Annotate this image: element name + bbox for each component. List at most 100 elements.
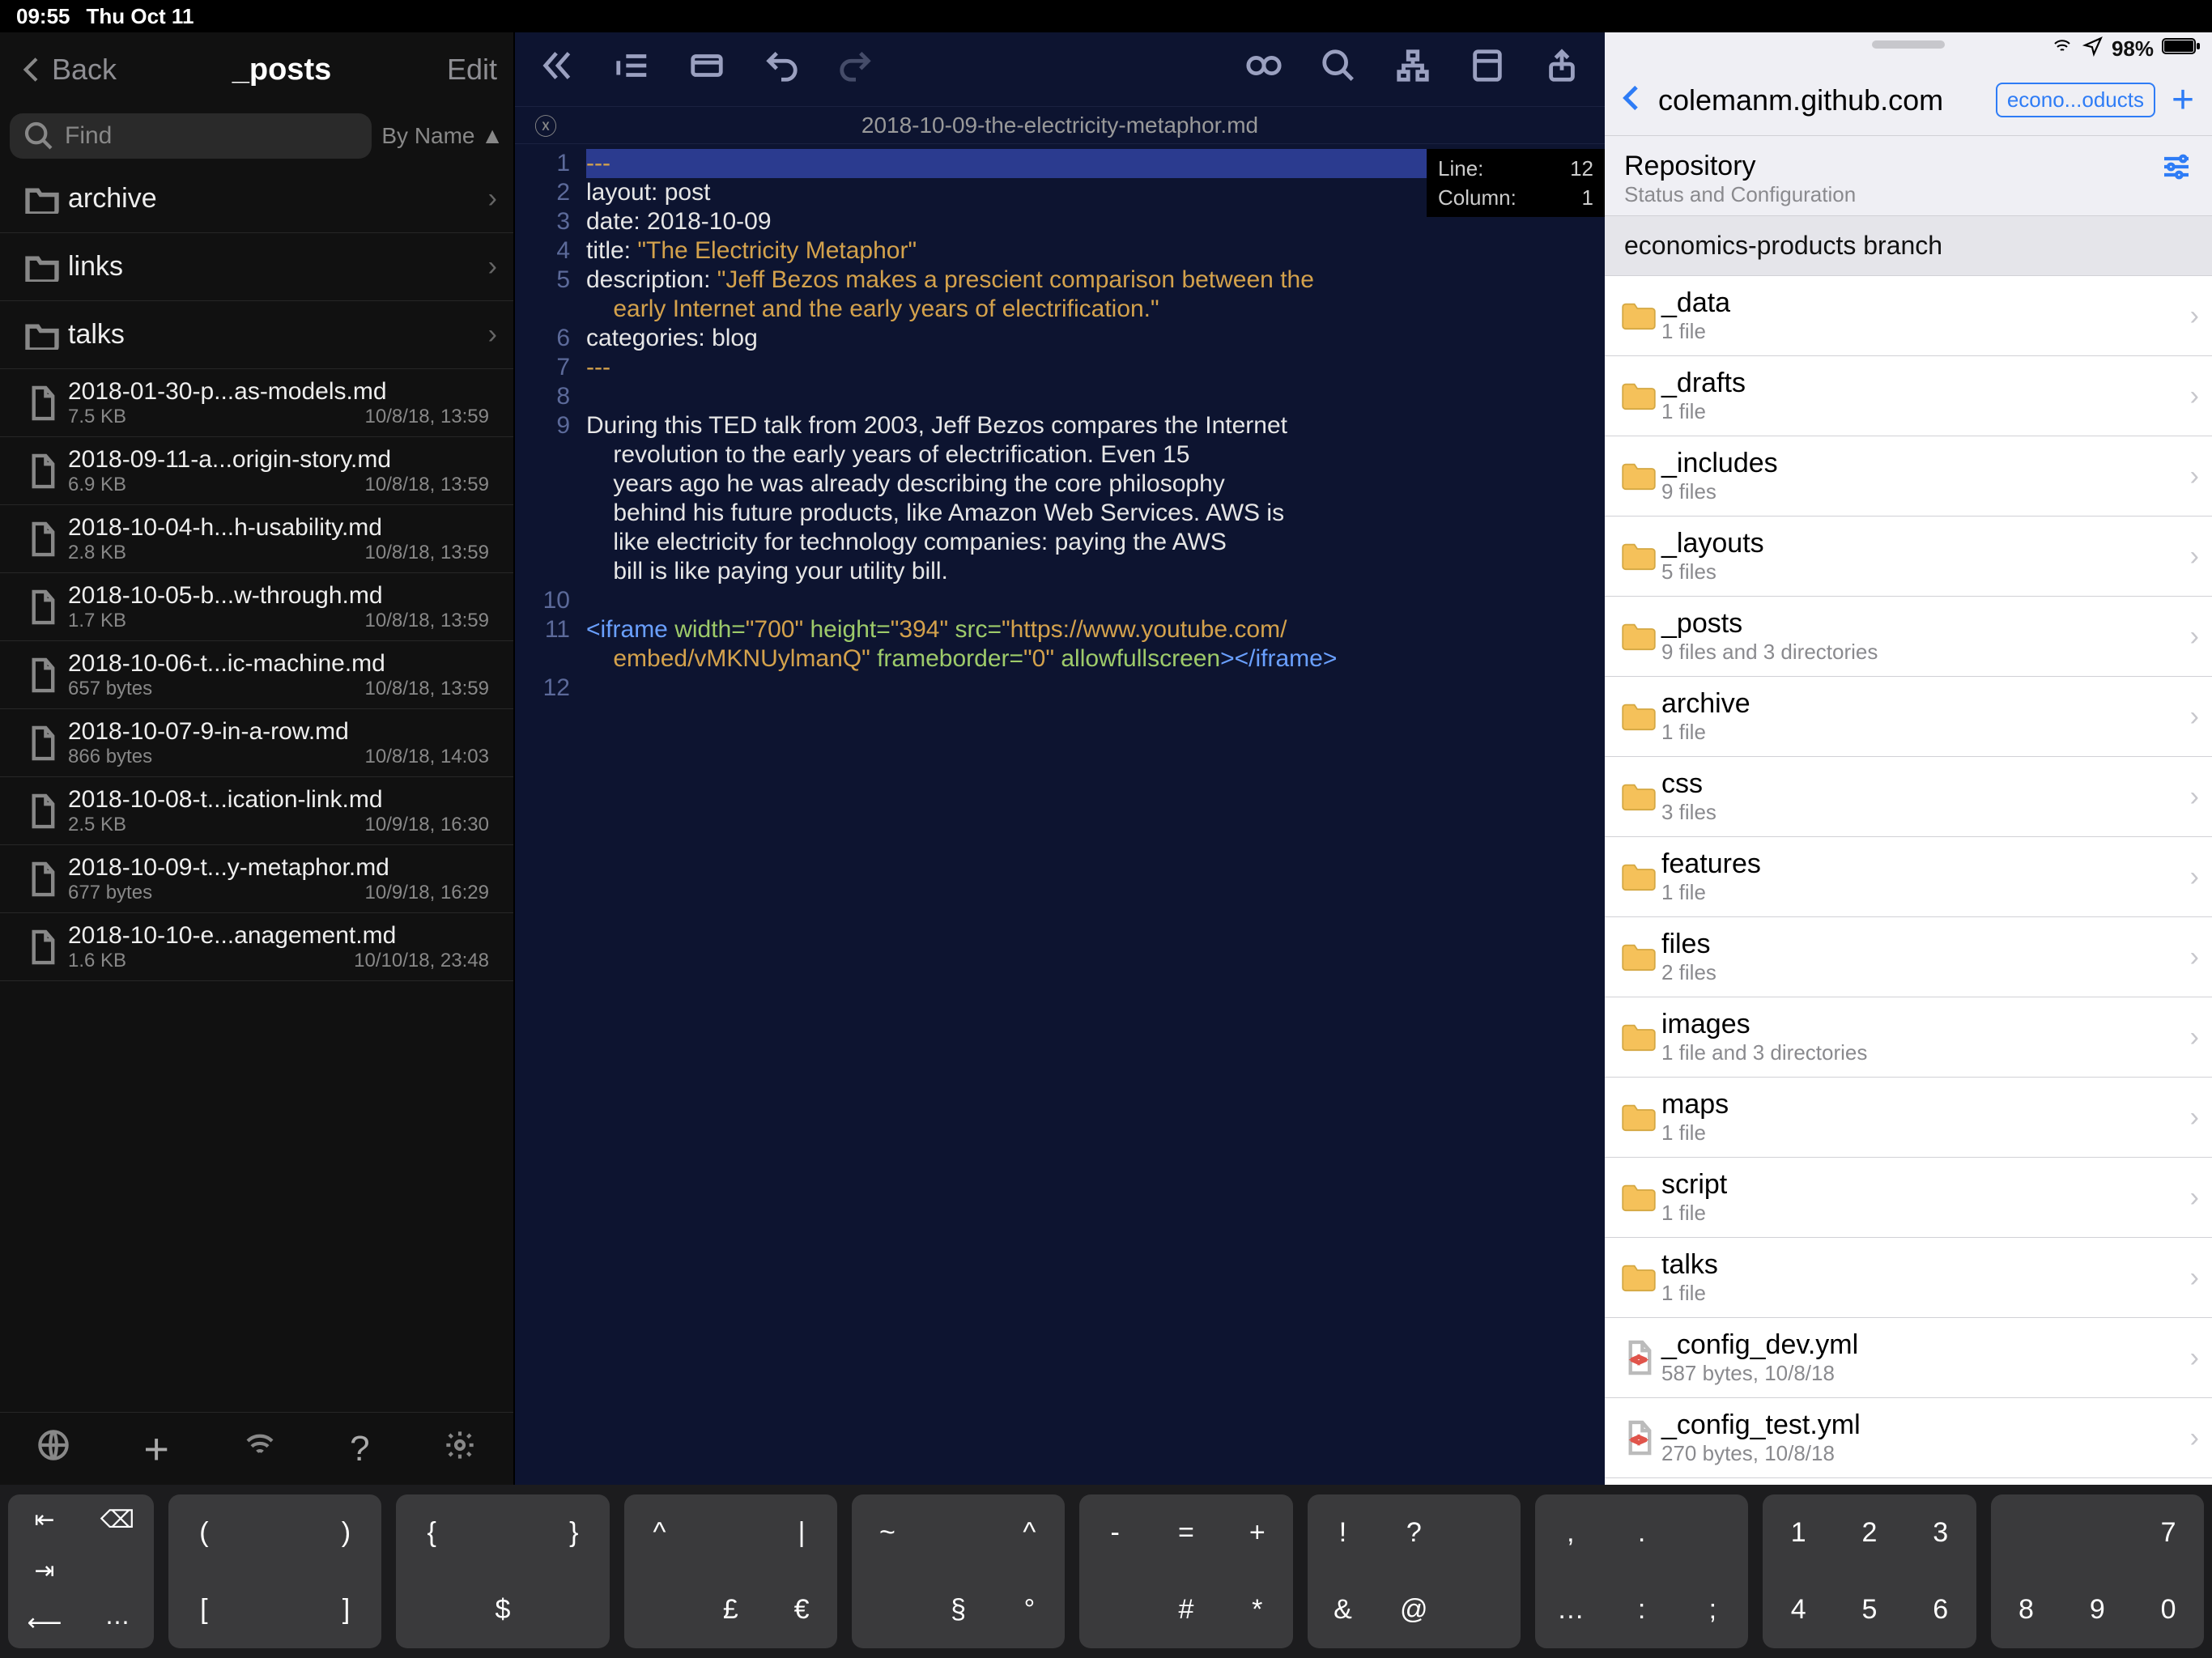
repo-row[interactable]: _drafts 1 file › — [1605, 356, 2212, 436]
key[interactable]: [ — [168, 1571, 240, 1648]
key[interactable]: | — [766, 1494, 837, 1571]
share-icon[interactable] — [1543, 47, 1580, 92]
key[interactable]: @ — [1378, 1571, 1449, 1648]
undo-icon[interactable] — [763, 47, 800, 92]
key[interactable] — [240, 1571, 311, 1648]
key[interactable]: ° — [994, 1571, 1066, 1648]
repo-row[interactable]: archive 1 file › — [1605, 677, 2212, 757]
key[interactable] — [240, 1494, 311, 1571]
file-row[interactable]: 2018-09-11-a...origin-story.md 6.9 KB10/… — [0, 437, 513, 505]
key[interactable]: : — [1606, 1571, 1678, 1648]
repo-settings-icon[interactable] — [2160, 151, 2193, 187]
globe-icon[interactable] — [37, 1429, 70, 1469]
search-input[interactable]: Find — [10, 113, 372, 159]
repo-row[interactable]: _posts 9 files and 3 directories › — [1605, 597, 2212, 677]
arrow-key-cluster[interactable]: ⇤⌫ ⇥ ⟵⋯ — [8, 1494, 154, 1648]
key[interactable] — [624, 1571, 696, 1648]
repo-row[interactable]: _layouts 5 files › — [1605, 517, 2212, 597]
back-button[interactable]: Back — [16, 53, 117, 87]
key[interactable] — [396, 1571, 467, 1648]
folder-row[interactable]: talks › — [0, 301, 513, 369]
file-row[interactable]: 2018-10-09-t...y-metaphor.md 677 bytes10… — [0, 845, 513, 913]
repo-row[interactable]: files 2 files › — [1605, 917, 2212, 997]
slideover-grabber[interactable] — [1872, 40, 1945, 49]
key-group[interactable]: ~ ^§° — [852, 1494, 1065, 1648]
structure-icon[interactable] — [1394, 47, 1431, 92]
key-group[interactable]: -=+#* — [1079, 1494, 1292, 1648]
key-group[interactable]: ,.…:; — [1535, 1494, 1748, 1648]
key[interactable] — [467, 1494, 538, 1571]
preview-icon[interactable] — [1245, 47, 1283, 92]
key[interactable]: … — [1535, 1571, 1606, 1648]
key[interactable]: * — [1222, 1571, 1293, 1648]
key[interactable]: { — [396, 1494, 467, 1571]
key[interactable]: § — [923, 1571, 994, 1648]
key[interactable]: 5 — [1834, 1571, 1905, 1648]
key[interactable] — [1678, 1494, 1749, 1571]
help-icon[interactable]: ? — [350, 1429, 369, 1469]
key[interactable] — [1079, 1571, 1151, 1648]
folder-row[interactable]: links › — [0, 233, 513, 301]
repo-row[interactable]: maps 1 file › — [1605, 1078, 2212, 1158]
key[interactable]: 9 — [2061, 1571, 2133, 1648]
key[interactable] — [695, 1494, 766, 1571]
file-row[interactable]: 2018-10-05-b...w-through.md 1.7 KB10/8/1… — [0, 573, 513, 641]
key[interactable]: ! — [1308, 1494, 1379, 1571]
key[interactable]: ~ — [852, 1494, 923, 1571]
panel-icon[interactable] — [1469, 47, 1506, 92]
folder-row[interactable]: archive › — [0, 165, 513, 233]
key[interactable]: = — [1151, 1494, 1222, 1571]
redo-icon[interactable] — [837, 47, 874, 92]
branch-badge[interactable]: econo...oducts — [1996, 83, 2155, 117]
key[interactable] — [852, 1571, 923, 1648]
key[interactable]: € — [766, 1571, 837, 1648]
key[interactable]: ; — [1678, 1571, 1749, 1648]
key[interactable]: 0 — [2133, 1571, 2204, 1648]
key[interactable]: + — [1222, 1494, 1293, 1571]
key[interactable]: # — [1151, 1571, 1222, 1648]
key-group[interactable]: () [] — [168, 1494, 381, 1648]
file-row[interactable]: 2018-10-06-t...ic-machine.md 657 bytes10… — [0, 641, 513, 709]
repo-row[interactable]: <> config.yml › — [1605, 1478, 2212, 1485]
key[interactable]: } — [538, 1494, 610, 1571]
file-row[interactable]: 2018-10-10-e...anagement.md 1.6 KB10/10/… — [0, 913, 513, 981]
key-group[interactable]: !?&@ — [1308, 1494, 1521, 1648]
key[interactable]: 6 — [1905, 1571, 1976, 1648]
file-row[interactable]: 2018-10-08-t...ication-link.md 2.5 KB10/… — [0, 777, 513, 845]
file-row[interactable]: 2018-01-30-p...as-models.md 7.5 KB10/8/1… — [0, 369, 513, 437]
key[interactable]: 1 — [1763, 1494, 1834, 1571]
key[interactable] — [2061, 1494, 2133, 1571]
key-group[interactable]: 7890 — [1991, 1494, 2204, 1648]
key[interactable]: ( — [168, 1494, 240, 1571]
key[interactable]: 8 — [1991, 1571, 2062, 1648]
sort-button[interactable]: By Name ▲ — [381, 123, 504, 149]
list-icon[interactable] — [614, 47, 651, 92]
code-content[interactable]: --- layout: post date: 2018-10-09 title:… — [580, 144, 1605, 1485]
key[interactable]: ) — [311, 1494, 382, 1571]
key[interactable]: $ — [467, 1571, 538, 1648]
repo-row[interactable]: <> _config_test.yml 270 bytes, 10/8/18 › — [1605, 1398, 2212, 1478]
repo-back-button[interactable] — [1616, 82, 1648, 118]
key[interactable]: , — [1535, 1494, 1606, 1571]
repo-row[interactable]: <> _config_dev.yml 587 bytes, 10/8/18 › — [1605, 1318, 2212, 1398]
add-button[interactable]: + — [143, 1424, 169, 1474]
repo-row[interactable]: features 1 file › — [1605, 837, 2212, 917]
wifi-icon[interactable] — [244, 1429, 276, 1469]
key[interactable]: ? — [1378, 1494, 1449, 1571]
key[interactable] — [538, 1571, 610, 1648]
repo-row[interactable]: images 1 file and 3 directories › — [1605, 997, 2212, 1078]
key[interactable] — [1991, 1494, 2062, 1571]
repo-host[interactable]: colemanm.github.com — [1658, 83, 1986, 117]
settings-icon[interactable] — [444, 1429, 476, 1469]
repo-row[interactable]: _includes 9 files › — [1605, 436, 2212, 517]
key-group[interactable]: {}$ — [396, 1494, 609, 1648]
edit-button[interactable]: Edit — [447, 53, 497, 87]
key[interactable]: ^ — [994, 1494, 1066, 1571]
open-file-tab[interactable]: 2018-10-09-the-electricity-metaphor.md — [861, 113, 1258, 138]
key[interactable]: - — [1079, 1494, 1151, 1571]
key[interactable]: & — [1308, 1571, 1379, 1648]
key[interactable]: ] — [311, 1571, 382, 1648]
key[interactable]: 3 — [1905, 1494, 1976, 1571]
key[interactable]: . — [1606, 1494, 1678, 1571]
key-group[interactable]: ^|£€ — [624, 1494, 837, 1648]
